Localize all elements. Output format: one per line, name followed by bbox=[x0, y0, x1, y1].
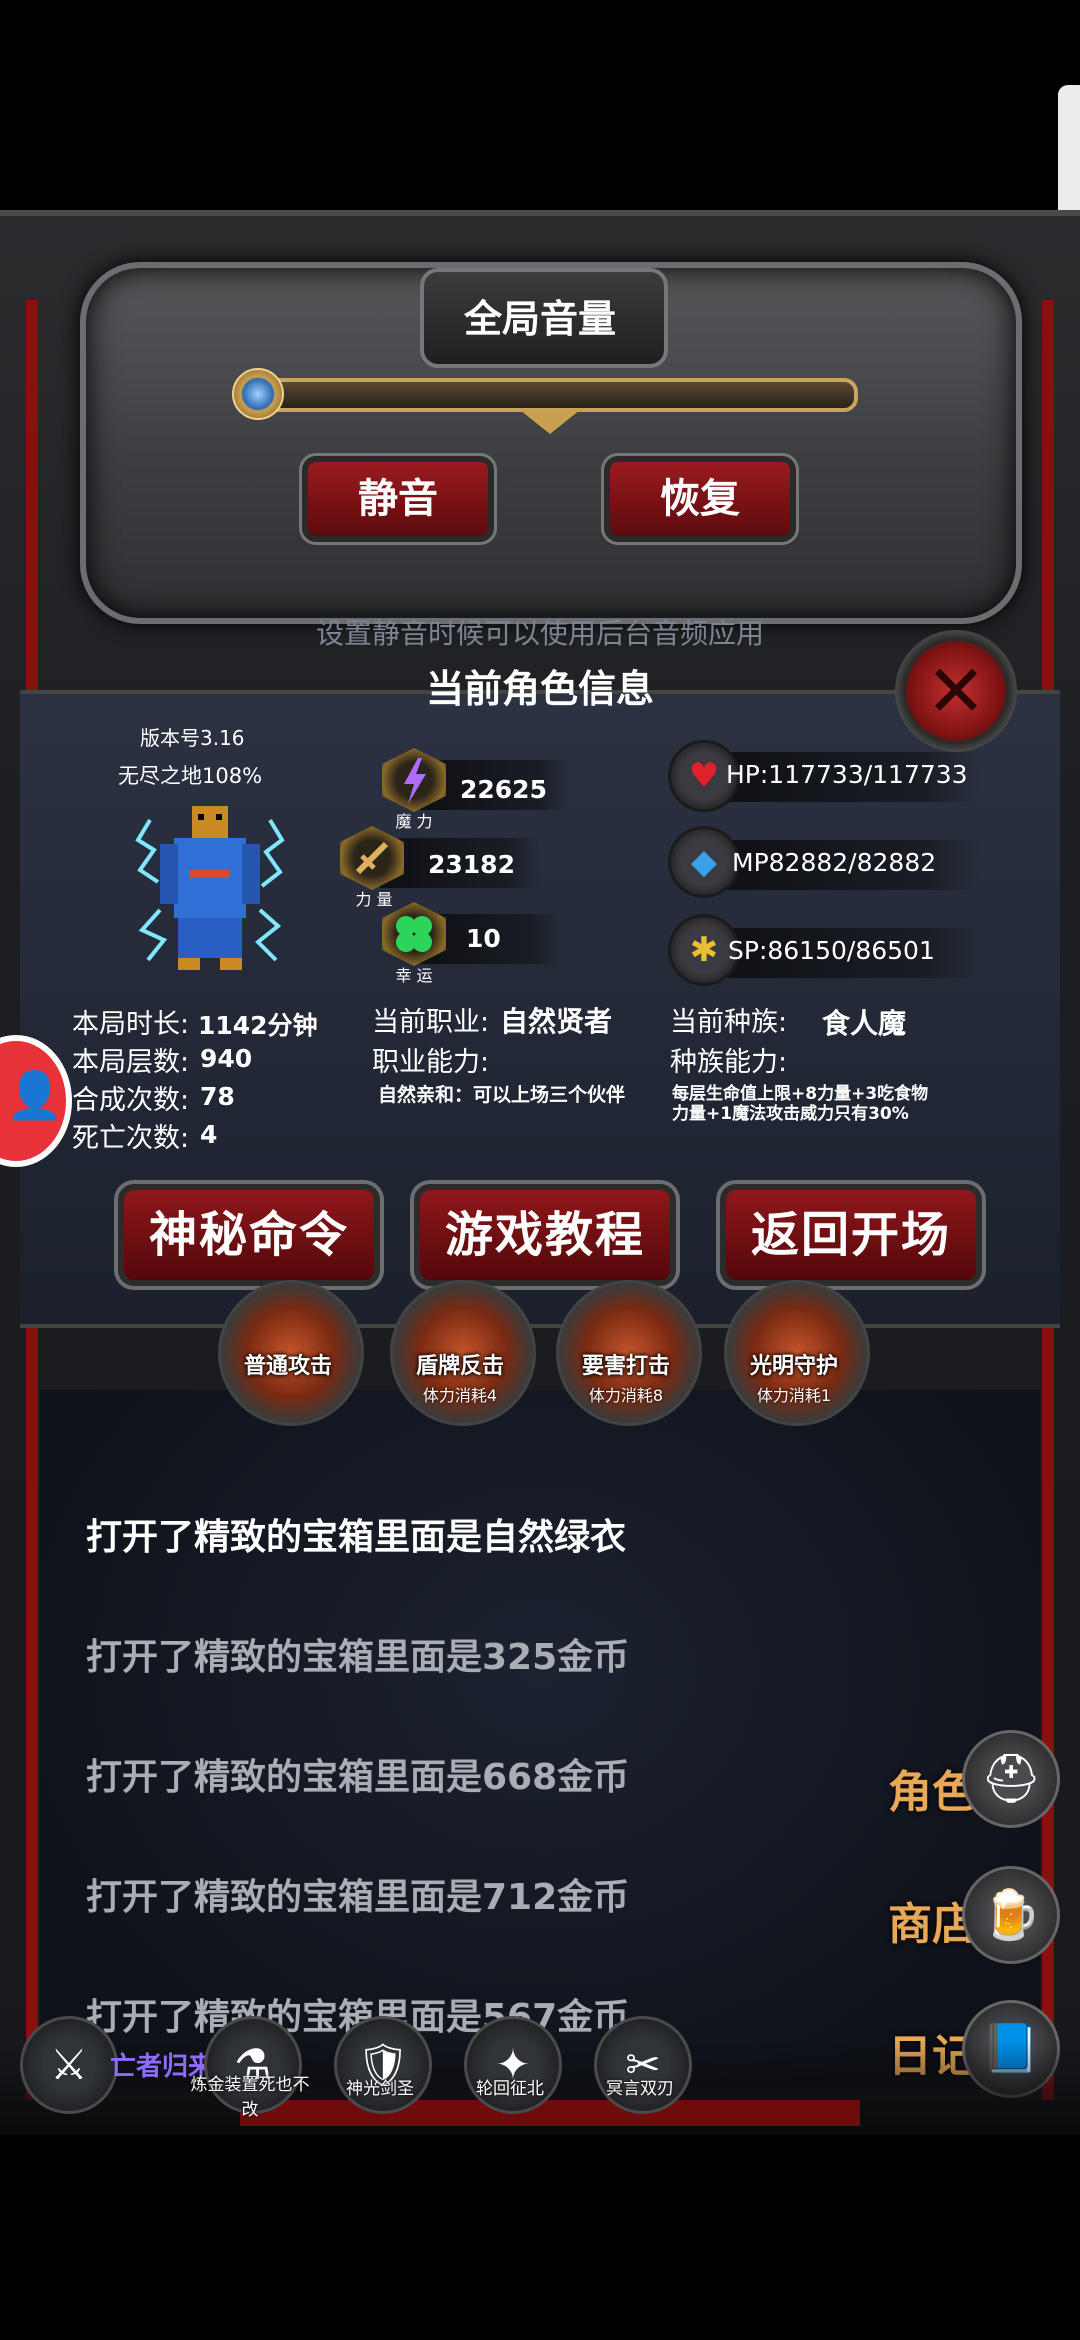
character-portrait bbox=[135, 806, 285, 970]
bottom-item-label: 冥言双刃 bbox=[606, 2079, 674, 2099]
race-label: 当前种族: bbox=[670, 1007, 788, 1038]
mp-value: MP82882/82882 bbox=[732, 848, 937, 877]
strength-label: 力 量 bbox=[355, 890, 393, 909]
race-ability-label: 种族能力: bbox=[670, 1047, 788, 1078]
sp-value: SP:86150/86501 bbox=[728, 936, 935, 965]
job-value: 自然贤者 bbox=[500, 1005, 613, 1038]
magic-label: 魔 力 bbox=[395, 812, 433, 831]
skill-cost: 体力消耗8 bbox=[588, 1386, 664, 1405]
beer-mug-icon[interactable]: 🍺 bbox=[962, 1866, 1060, 1964]
skill-name: 要害打击 bbox=[581, 1354, 670, 1379]
area-label: 无尽之地108% bbox=[118, 764, 263, 788]
secret-command-button[interactable]: 神秘命令 bbox=[114, 1180, 384, 1290]
skill-name: 光明守护 bbox=[749, 1354, 838, 1379]
job-ability-label: 职业能力: bbox=[372, 1047, 490, 1078]
log-entry: 打开了精致的宝箱里面是712金币 bbox=[86, 1877, 630, 1918]
death-count-label: 死亡次数: bbox=[72, 1123, 190, 1154]
close-icon: ✕ bbox=[925, 649, 987, 733]
skill-name: 盾牌反击 bbox=[415, 1354, 504, 1379]
log-entry: 打开了精致的宝箱里面是325金币 bbox=[86, 1637, 630, 1678]
hp-value: HP:117733/117733 bbox=[726, 760, 968, 789]
close-button[interactable]: ✕ bbox=[895, 630, 1017, 752]
mute-button[interactable]: 静音 bbox=[299, 453, 497, 545]
log-area bbox=[40, 1390, 1040, 2090]
skill-name: 普通攻击 bbox=[243, 1354, 332, 1379]
reincarnation-icon[interactable]: ✦ bbox=[464, 2016, 562, 2114]
session-time-value: 1142分钟 bbox=[198, 1011, 318, 1040]
race-value: 食人魔 bbox=[822, 1007, 907, 1040]
craft-count-value: 78 bbox=[200, 1082, 235, 1111]
volume-slider-knob[interactable] bbox=[232, 368, 284, 420]
skill-cost: 体力消耗1 bbox=[756, 1386, 832, 1405]
bottom-red-strip bbox=[240, 2100, 860, 2126]
sword-saint-icon[interactable]: 🛡 bbox=[334, 2016, 432, 2114]
back-to-start-button[interactable]: 返回开场 bbox=[716, 1180, 986, 1290]
helmet-icon[interactable]: ⛑ bbox=[962, 1730, 1060, 1828]
job-ability-text: 自然亲和：可以上场三个伙伴 bbox=[378, 1084, 626, 1106]
bottom-item-label: 神光剑圣 bbox=[346, 2079, 414, 2099]
luck-label: 幸 运 bbox=[395, 966, 433, 985]
craft-count-label: 合成次数: bbox=[72, 1085, 190, 1116]
log-entry: 打开了精致的宝箱里面是自然绿衣 bbox=[86, 1517, 627, 1558]
restore-button[interactable]: 恢复 bbox=[601, 453, 799, 545]
strength-value: 23182 bbox=[428, 850, 515, 879]
session-floors-label: 本局层数: bbox=[72, 1047, 190, 1078]
tutorial-button[interactable]: 游戏教程 bbox=[410, 1180, 680, 1290]
twin-blades-icon[interactable]: ✂ bbox=[594, 2016, 692, 2114]
version-label: 版本号3.16 bbox=[140, 726, 245, 750]
skill-cost: 体力消耗4 bbox=[422, 1386, 498, 1405]
log-entry: 打开了精致的宝箱里面是668金币 bbox=[86, 1757, 630, 1798]
session-floors-value: 940 bbox=[200, 1044, 253, 1073]
luck-value: 10 bbox=[466, 924, 501, 953]
volume-title: 全局音量 bbox=[463, 297, 616, 341]
race-ability-text: 每层生命值上限+8力量+3吃食物力量+1魔法攻击威力只有30% bbox=[672, 1084, 929, 1124]
mp-icon: ◆ bbox=[668, 826, 740, 898]
bottom-item-label: 轮回征北 bbox=[476, 2079, 544, 2099]
job-label: 当前职业: bbox=[372, 1007, 490, 1038]
user-icon: 👤 bbox=[6, 1068, 64, 1122]
magic-value: 22625 bbox=[460, 775, 547, 804]
bottom-item-label: 炼金装置死也不改 bbox=[190, 2075, 310, 2120]
death-count-value: 4 bbox=[200, 1120, 218, 1149]
warrior-helmet-icon[interactable]: ⚔ bbox=[20, 2016, 118, 2114]
volume-slider[interactable] bbox=[250, 378, 858, 412]
session-time-label: 本局时长: bbox=[72, 1009, 190, 1040]
